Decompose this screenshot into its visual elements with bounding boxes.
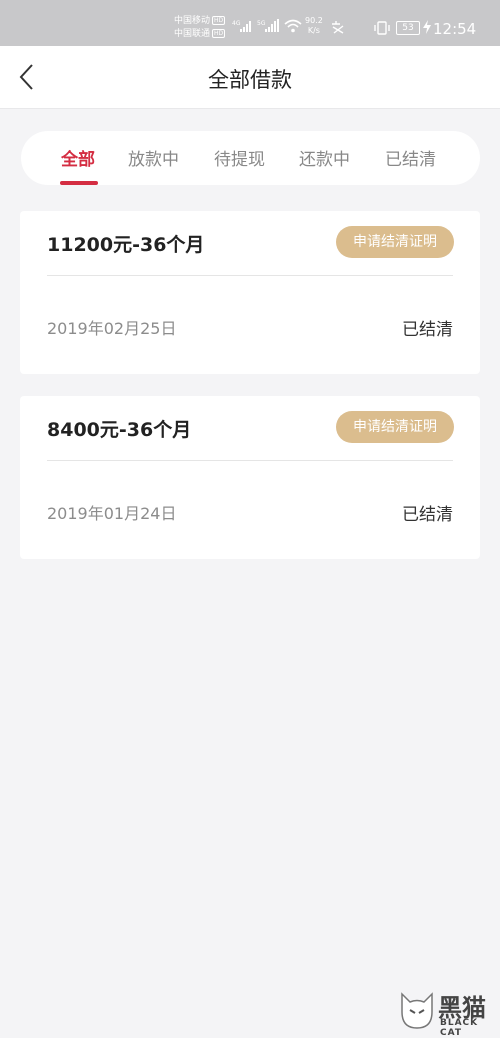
- loan-card[interactable]: 8400元-36个月 申请结清证明 2019年01月24日 已结清: [20, 396, 480, 559]
- loan-status: 已结清: [402, 505, 453, 525]
- signal-4g-icon: 4G: [232, 20, 251, 32]
- divider: [47, 460, 453, 461]
- speed-value: 90.2: [305, 16, 323, 25]
- charging-icon: [423, 20, 431, 34]
- net-1-label: 4G: [232, 20, 241, 27]
- carrier-1-label: 中国移动: [174, 16, 211, 26]
- loan-date: 2019年01月24日: [47, 504, 177, 523]
- status-bar: 中国移动 HD 中国联通 HD 4G 5G 90.2 K/s 53 12:54: [0, 0, 500, 46]
- black-cat-watermark: 黑猫 BLACK CAT: [398, 988, 500, 1038]
- request-settlement-certificate-button[interactable]: 申请结清证明: [336, 411, 454, 443]
- active-tab-indicator: [60, 181, 98, 185]
- signal-5g-icon: 5G: [257, 19, 279, 32]
- hd-badge: HD: [212, 29, 226, 38]
- loan-card[interactable]: 11200元-36个月 申请结清证明 2019年02月25日 已结清: [20, 211, 480, 374]
- loan-title: 8400元-36个月: [47, 419, 192, 441]
- vibrate-icon: [374, 21, 390, 35]
- tab-repaying[interactable]: 还款中: [299, 145, 350, 170]
- cat-logo-icon: [401, 992, 433, 1029]
- loan-status: 已结清: [402, 320, 453, 340]
- tab-pending-withdrawal[interactable]: 待提现: [214, 145, 265, 170]
- tab-disbursing[interactable]: 放款中: [128, 145, 179, 170]
- app-notification-icon: [332, 21, 344, 34]
- speed-unit: K/s: [307, 26, 320, 35]
- carrier-info: 中国移动 HD 中国联通 HD: [174, 15, 226, 41]
- battery-icon: 53: [396, 21, 420, 35]
- request-settlement-certificate-button[interactable]: 申请结清证明: [336, 226, 454, 258]
- hd-badge: HD: [212, 16, 226, 25]
- carrier-2-label: 中国联通: [174, 29, 211, 39]
- page-title: 全部借款: [208, 68, 292, 92]
- navigation-bar: 全部借款: [0, 46, 500, 109]
- clock: 12:54: [433, 20, 477, 38]
- divider: [47, 275, 453, 276]
- watermark-brand-en: BLACK CAT: [440, 1018, 479, 1038]
- network-speed: 90.2 K/s: [305, 16, 323, 36]
- net-2-label: 5G: [257, 20, 266, 27]
- wifi-icon: [284, 19, 302, 33]
- loan-title: 11200元-36个月: [47, 234, 205, 256]
- tab-settled[interactable]: 已结清: [385, 145, 436, 170]
- loan-date: 2019年02月25日: [47, 319, 177, 338]
- filter-tabs: 全部 放款中 待提现 还款中 已结清: [21, 131, 480, 185]
- tab-all[interactable]: 全部: [61, 145, 95, 170]
